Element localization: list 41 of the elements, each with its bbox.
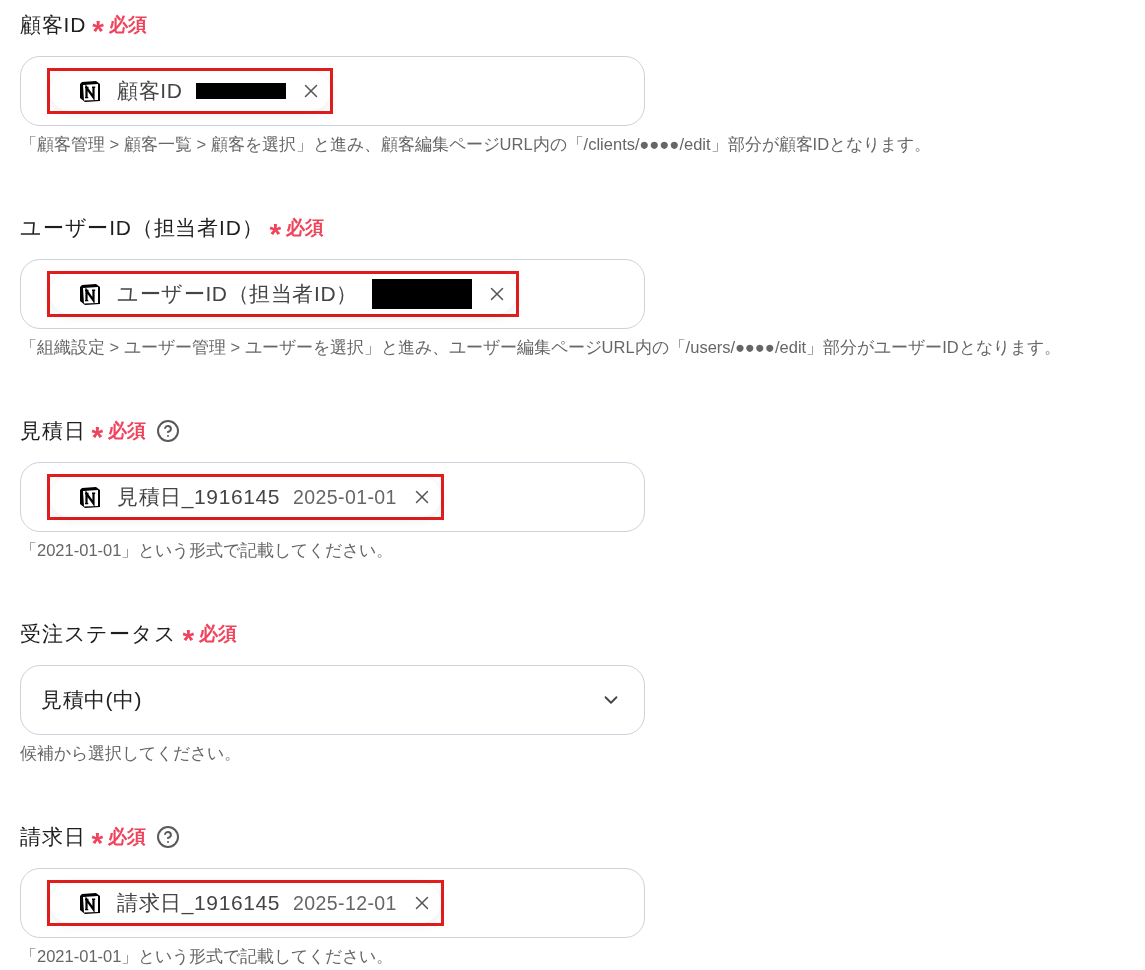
select-field[interactable]: 見積中(中) xyxy=(20,665,645,735)
variable-chip[interactable]: 顧客ID xyxy=(50,71,331,111)
field-label: 見積日 xyxy=(20,418,86,444)
chip-value: 2025-12-01 xyxy=(293,891,397,915)
required-label: 必須 xyxy=(108,13,147,37)
required-label: 必須 xyxy=(286,216,325,240)
hint-text: 候補から選択してください。 xyxy=(20,743,242,764)
variable-chip[interactable]: 見積日_1916145 2025-01-01 xyxy=(50,477,441,517)
required-label: 必須 xyxy=(108,419,147,443)
app-logo-icon xyxy=(78,79,102,103)
input-field[interactable]: 顧客ID xyxy=(20,56,645,126)
field-label: 顧客ID xyxy=(20,12,87,38)
input-field[interactable]: 見積日_1916145 2025-01-01 xyxy=(20,462,645,532)
chip-label: ユーザーID（担当者ID） xyxy=(117,281,358,307)
required-mark: * xyxy=(91,422,104,452)
required-mark: * xyxy=(269,219,282,249)
app-logo-icon xyxy=(78,485,102,509)
field-label: 受注ステータス xyxy=(20,621,177,647)
variable-chip[interactable]: ユーザーID（担当者ID） xyxy=(50,274,516,314)
required-mark: * xyxy=(182,625,195,655)
required-mark: * xyxy=(92,16,104,46)
app-logo-icon xyxy=(78,891,102,915)
help-icon[interactable] xyxy=(156,825,181,849)
hint-text: 「2021-01-01」という形式で記載してください。 xyxy=(20,946,395,967)
chip-label: 顧客ID xyxy=(117,78,183,104)
hint-text: 「顧客管理 > 顧客一覧 > 顧客を選択」と進み、顧客編集ページURL内の「/clients/●●●●/edit」部分が顧客IDとなります。 xyxy=(20,134,933,155)
chip-label: 請求日_1916145 xyxy=(117,890,281,917)
required-mark: * xyxy=(91,828,104,858)
variable-chip[interactable]: 請求日_1916145 2025-12-01 xyxy=(50,883,441,923)
chip-label: 見積日_1916145 xyxy=(117,484,281,511)
input-field[interactable]: 請求日_1916145 2025-12-01 xyxy=(20,868,645,938)
field-label: ユーザーID（担当者ID） xyxy=(20,215,264,241)
field-label: 請求日 xyxy=(20,824,86,850)
required-label: 必須 xyxy=(108,825,147,849)
input-field[interactable]: ユーザーID（担当者ID） xyxy=(20,259,645,329)
chip-value: 2025-01-01 xyxy=(293,485,397,509)
help-icon[interactable] xyxy=(156,419,181,443)
hint-text: 「2021-01-01」という形式で記載してください。 xyxy=(20,540,395,561)
app-logo-icon xyxy=(78,282,102,306)
hint-text: 「組織設定 > ユーザー管理 > ユーザーを選択」と進み、ユーザー編集ページURL内の「/users/●●●●/edit」部分がユーザーIDとなります。 xyxy=(20,337,1062,358)
required-label: 必須 xyxy=(199,622,238,646)
